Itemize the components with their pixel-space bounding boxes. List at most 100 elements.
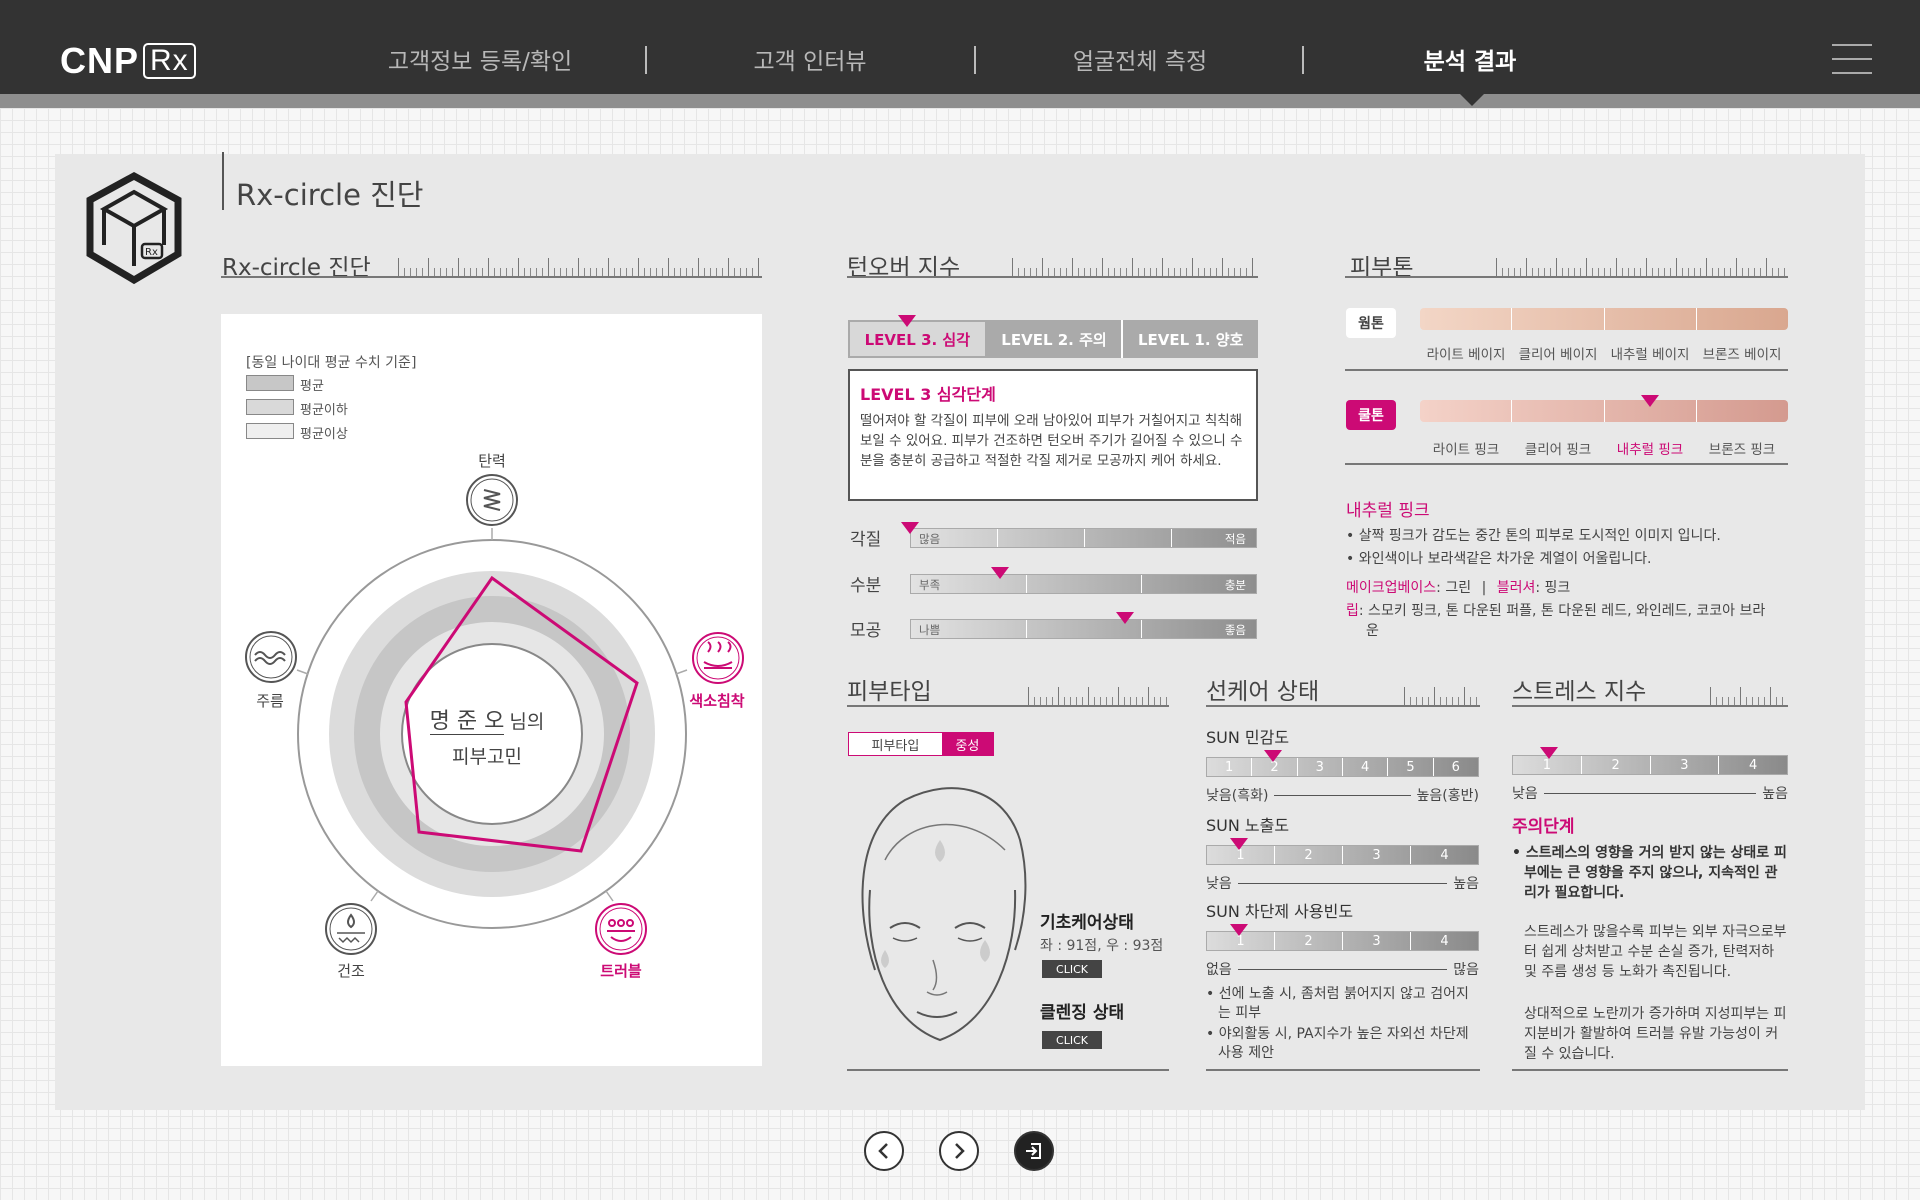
scale-step: 6 [1451, 759, 1460, 775]
axis-label-dryness: 건조 [337, 962, 365, 980]
stress-result-title: 주의단계 [1512, 817, 1575, 837]
svg-text:Rx: Rx [145, 247, 158, 258]
warm-tone-tag: 웜톤 [1346, 308, 1396, 338]
section-underline [847, 276, 1258, 278]
nav-interview[interactable]: 고객 인터뷰 [670, 42, 950, 76]
makeup-base-label: 메이크업베이스 [1346, 580, 1437, 596]
stress-paragraph-2: 상대적으로 노란끼가 증가하며 지성피부는 피지분비가 활발하여 트러블 유발 … [1524, 1006, 1787, 1062]
cleansing-title: 클렌징 상태 [1040, 1003, 1125, 1023]
ruler-decoration [1028, 687, 1169, 705]
nav-analysis-result[interactable]: 분석 결과 [1330, 42, 1610, 76]
tab-level-3[interactable]: LEVEL 3. 심각 [848, 320, 987, 358]
warm-tone-bar [1420, 308, 1788, 330]
scale-high-label: 높음 [1453, 876, 1479, 892]
axis-label-pigmentation: 색소침착 [689, 692, 745, 710]
scale-step: 1 [1207, 758, 1253, 776]
bullet-text: 선에 노출 시, 좀처럼 붉어지지 않고 검어지는 피부 [1218, 986, 1469, 1021]
top-header: CNP Rx 고객정보 등록/확인 고객 인터뷰 얼굴전체 측정 분석 결과 [0, 0, 1920, 94]
pigmentation-icon [692, 632, 744, 684]
header-strip [0, 94, 1920, 108]
bar-label-moisture: 수분 [850, 576, 882, 596]
bar-label-keratin: 각질 [850, 530, 882, 550]
keratin-level-marker-icon [901, 522, 919, 534]
stress-section-title: 스트레스 지수 [1512, 679, 1647, 705]
pore-bar: 나쁨 좋음 [910, 619, 1257, 639]
divider [1345, 463, 1788, 465]
ruler-decoration [1404, 687, 1480, 705]
customer-name: 명 준 오 [429, 709, 505, 735]
section-underline [1512, 705, 1788, 707]
scale-step: 3 [1651, 756, 1720, 774]
turnover-box-title: LEVEL 3 심각단계 [860, 385, 996, 404]
tab-level-2[interactable]: LEVEL 2. 주의 [987, 320, 1124, 358]
scale-high-label: 높음 [1762, 786, 1788, 802]
stress-bullet: • 스트레스의 영향을 거의 받지 않는 상태로 피부에는 큰 영향을 주지 않… [1512, 845, 1787, 901]
stress-paragraph-1: 스트레스가 많을수록 피부는 외부 자극으로부터 쉽게 상처받고 수분 손실 증… [1524, 924, 1787, 980]
sun-sensitivity-marker-icon [1264, 750, 1282, 762]
scale-step: 4 [1748, 757, 1758, 773]
axis-label-trouble: 트러블 [600, 962, 642, 980]
divider [1345, 369, 1788, 371]
active-level-marker-icon [898, 315, 916, 327]
cool-tone-label: 브론즈 핑크 [1708, 442, 1776, 458]
title-bar [222, 152, 224, 210]
section-underline [1345, 276, 1788, 278]
cool-tone-labels: 라이트 핑크 클리어 핑크 내추럴 핑크 브론즈 핑크 [1420, 438, 1788, 458]
section-underline [847, 705, 1169, 707]
exit-button[interactable] [1014, 1131, 1054, 1171]
elasticity-icon [466, 474, 518, 526]
section-bottom-line [847, 1069, 1169, 1071]
sun-sensitivity-bar: 123456 [1206, 757, 1479, 777]
section-underline [221, 276, 762, 278]
next-button[interactable] [939, 1131, 979, 1171]
sun-block-usage-title: SUN 차단제 사용빈도 [1206, 902, 1354, 921]
scale-low-label: 낮음 [1206, 876, 1232, 892]
prev-button[interactable] [864, 1131, 904, 1171]
logo: CNP Rx [60, 40, 196, 82]
bar-min-label: 부족 [919, 578, 941, 592]
moisture-bar: 부족 충분 [910, 574, 1257, 594]
warm-tone-label: 라이트 베이지 [1426, 347, 1506, 363]
nav-separator [974, 46, 976, 74]
basic-care-click-button[interactable]: CLICK [1042, 960, 1102, 978]
cool-tone-bar [1420, 400, 1788, 422]
nav-separator [645, 46, 647, 74]
wrinkle-icon [245, 631, 297, 683]
lip-value: : 스모키 핑크, 톤 다운된 퍼플, 톤 다운된 레드, 와인레드, 코코아 … [1358, 603, 1766, 639]
skin-tone-marker-icon [1641, 395, 1659, 407]
rx-cube-logo-icon: Rx [86, 172, 182, 285]
scale-step: 3 [1343, 846, 1411, 864]
nav-customer-info[interactable]: 고객정보 등록/확인 [340, 42, 620, 76]
sun-sensitivity-scale: 낮음(흑화) 높음(홍반) [1206, 785, 1479, 805]
axis-label-wrinkle: 주름 [256, 692, 284, 710]
pore-level-marker-icon [1116, 612, 1135, 624]
hamburger-menu-icon[interactable] [1832, 44, 1872, 74]
face-illustration [861, 787, 1027, 1042]
separator: | [1481, 580, 1487, 596]
scale-high-label: 높음(홍반) [1416, 788, 1479, 804]
turnover-description-box: LEVEL 3 심각단계 떨어져야 할 각질이 피부에 오래 남아있어 피부가 … [848, 369, 1258, 501]
blusher-label: 블러셔 [1496, 580, 1536, 596]
skin-type-tab-label[interactable]: 피부타입 [849, 733, 942, 755]
keratin-bar: 많음 적음 [910, 528, 1257, 548]
bullet-text: 와인색이나 보라색같은 차가운 계열이 어울립니다. [1358, 551, 1652, 567]
warm-tone-labels: 라이트 베이지 클리어 베이지 내추럴 베이지 브론즈 베이지 [1420, 343, 1788, 363]
turnover-box-text: 떨어져야 할 각질이 피부에 오래 남아있어 피부가 거칠어지고 칙칙해 보일 … [860, 413, 1243, 469]
nav-separator [1302, 46, 1304, 74]
suncare-section-title: 선케어 상태 [1206, 679, 1320, 705]
lip-label: 립 [1346, 603, 1359, 619]
skin-type-tab-value[interactable]: 중성 [941, 733, 993, 755]
cleansing-click-button[interactable]: CLICK [1042, 1031, 1102, 1049]
scale-low-label: 낮음 [1512, 786, 1538, 802]
warm-tone-label: 브론즈 베이지 [1702, 347, 1782, 363]
tab-level-1[interactable]: LEVEL 1. 양호 [1123, 320, 1258, 358]
scale-low-label: 없음 [1206, 962, 1232, 978]
section-bottom-line [1512, 1069, 1788, 1071]
cool-tone-label-selected: 내추럴 핑크 [1616, 442, 1684, 458]
warm-tone-label: 내추럴 베이지 [1610, 347, 1690, 363]
stress-scale: 낮음 높음 [1512, 783, 1788, 803]
page-title: Rx-circle 진단 [236, 178, 424, 212]
bar-min-label: 많음 [919, 532, 941, 546]
nav-face-measure[interactable]: 얼굴전체 측정 [1000, 42, 1280, 76]
skin-tone-bullet: • 살짝 핑크가 감도는 중간 톤의 피부로 도시적인 이미지 입니다. [1346, 528, 1721, 544]
